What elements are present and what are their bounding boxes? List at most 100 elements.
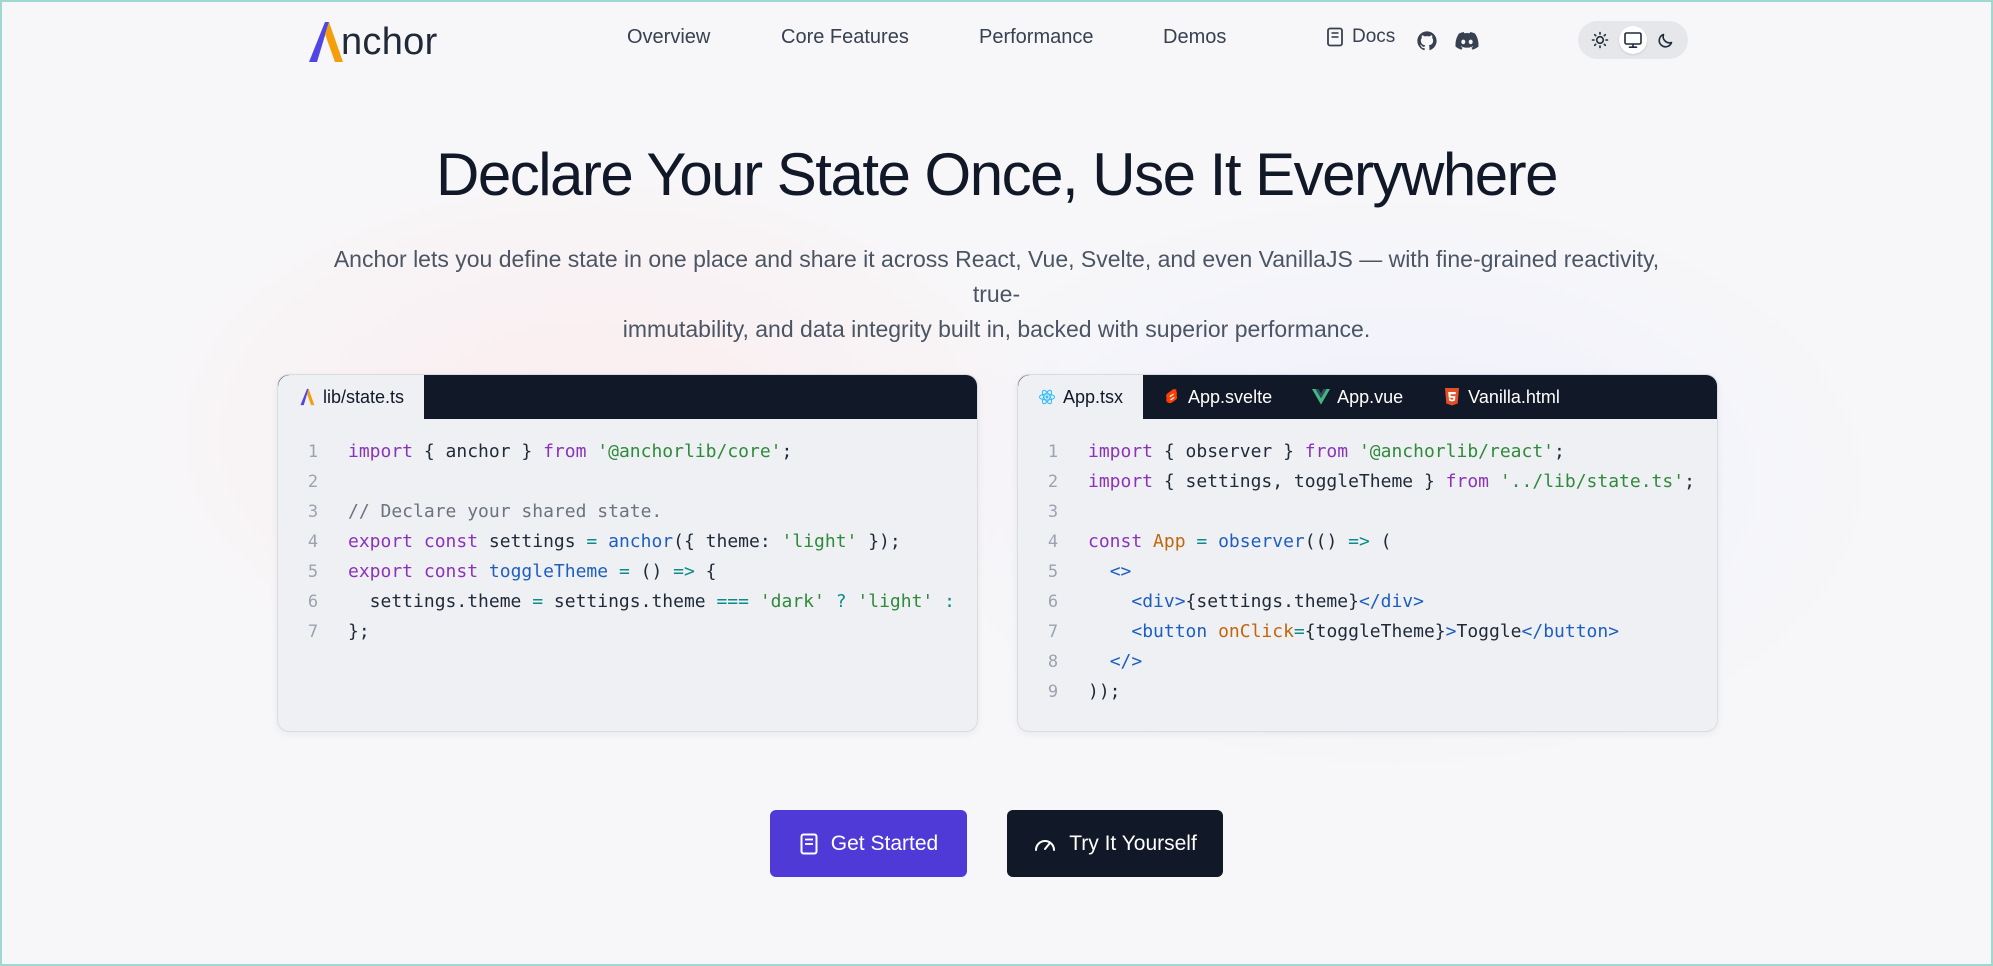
code-line: 6 <div>{settings.theme}</div> [1018, 587, 1717, 617]
code-block: 1 import { anchor } from '@anchorlib/core… [278, 419, 977, 647]
line-number: 6 [307, 592, 319, 612]
code-line: 5 export const toggleTheme = () => { [278, 557, 977, 587]
line-code: import { observer } from '@anchorlib/rea… [1088, 437, 1565, 467]
line-code: <button onClick={toggleTheme}>Toggle</bu… [1088, 617, 1619, 647]
line-code: const App = observer(() => ( [1088, 527, 1392, 557]
line-number: 1 [307, 442, 319, 462]
code-token: '@anchorlib/react' [1358, 441, 1555, 462]
line-number: 7 [1047, 622, 1059, 642]
line-code: )); [1088, 677, 1121, 707]
react-icon [1038, 388, 1056, 406]
line-code: export const settings = anchor({ theme: … [348, 527, 901, 557]
line-code: import { anchor } from '@anchorlib/core'… [348, 437, 792, 467]
code-token: }); [857, 531, 901, 552]
line-number: 2 [1047, 472, 1059, 492]
get-started-button[interactable]: Get Started [770, 810, 967, 877]
code-token: anchor [608, 531, 674, 552]
code-token: <div> [1131, 591, 1186, 612]
code-token: settings [478, 531, 587, 552]
top-nav: nchor Overview Core Features Performance… [0, 0, 1993, 82]
code-token: ; [781, 441, 793, 462]
line-number: 7 [307, 622, 319, 642]
code-line: 7}; [278, 617, 977, 647]
code-token: export const [348, 561, 479, 582]
tab-lib-state-ts[interactable]: lib/state.ts [278, 375, 425, 419]
tab-app-vue[interactable]: App.vue [1292, 375, 1423, 419]
tab-app-tsx[interactable]: App.tsx [1018, 375, 1144, 419]
tab-label: App.vue [1337, 386, 1404, 407]
code-line: 1 import { anchor } from '@anchorlib/core… [278, 437, 977, 467]
hero-subtitle-line: immutability, and data integrity built i… [622, 316, 1371, 342]
code-line: 3 [1018, 497, 1717, 527]
nav-core-features[interactable]: Core Features [781, 26, 909, 49]
brand-logo[interactable]: nchor [305, 18, 438, 64]
code-token: </> [1109, 651, 1143, 672]
code-token: > [1445, 621, 1457, 642]
code-token: { settings, toggleTheme } [1153, 471, 1446, 492]
theme-light-button[interactable] [1586, 26, 1614, 54]
github-link[interactable] [1414, 28, 1440, 54]
line-code: settings.theme = settings.theme === 'dar… [348, 587, 955, 617]
tab-vanilla-html[interactable]: Vanilla.html [1423, 375, 1580, 419]
sun-icon [1592, 31, 1609, 49]
code-token: () [629, 561, 674, 582]
line-number: 5 [1047, 562, 1059, 582]
tab-label: App.tsx [1063, 386, 1124, 407]
try-it-yourself-button[interactable]: Try It Yourself [1007, 810, 1223, 877]
line-number: 4 [307, 532, 319, 552]
code-token: ( [1369, 531, 1392, 552]
code-line: 9)); [1018, 677, 1717, 707]
hero-title: Declare Your State Once, Use It Everywhe… [436, 141, 1558, 208]
discord-icon [1455, 32, 1479, 50]
line-number: 3 [1047, 502, 1059, 522]
hero-subtitle-line: Anchor lets you define state in one plac… [333, 246, 1660, 307]
code-token: export const [348, 531, 479, 552]
code-token: { anchor } [413, 441, 544, 462]
nav-demos[interactable]: Demos [1163, 26, 1226, 49]
gauge-icon [1035, 839, 1056, 851]
brand-name: nchor [341, 21, 438, 63]
code-token: const [1088, 531, 1143, 552]
get-started-label: Get Started [830, 831, 939, 855]
code-token: (() [1304, 531, 1349, 552]
github-icon [1417, 31, 1437, 51]
code-token: '../lib/state.ts' [1499, 471, 1685, 492]
discord-link[interactable] [1454, 28, 1480, 54]
code-token: ? [835, 591, 847, 612]
theme-dark-button[interactable] [1652, 26, 1680, 54]
nav-overview[interactable]: Overview [627, 26, 710, 49]
code-token: ; [1554, 441, 1565, 462]
code-token: // Declare your shared state. [348, 501, 663, 522]
code-token: ; [1684, 471, 1695, 492]
book-icon [800, 833, 818, 854]
docs-label: Docs [1352, 26, 1396, 47]
code-token: App [1153, 531, 1186, 552]
code-line: 8 </> [1018, 647, 1717, 677]
book-icon [1327, 27, 1343, 47]
code-token: = [618, 561, 630, 582]
code-token: { observer } [1153, 441, 1305, 462]
nav-performance[interactable]: Performance [979, 26, 1094, 49]
theme-system-button[interactable] [1618, 26, 1647, 54]
code-token: <button [1131, 621, 1208, 642]
code-token: from [543, 441, 587, 462]
tab-app-svelte[interactable]: App.svelte [1143, 375, 1292, 419]
line-code: <> [1088, 557, 1132, 587]
nav-docs[interactable]: Docs [1326, 26, 1395, 48]
code-token: : [944, 591, 955, 612]
line-code: export const toggleTheme = () => { [348, 557, 717, 587]
code-token: = [1196, 531, 1208, 552]
